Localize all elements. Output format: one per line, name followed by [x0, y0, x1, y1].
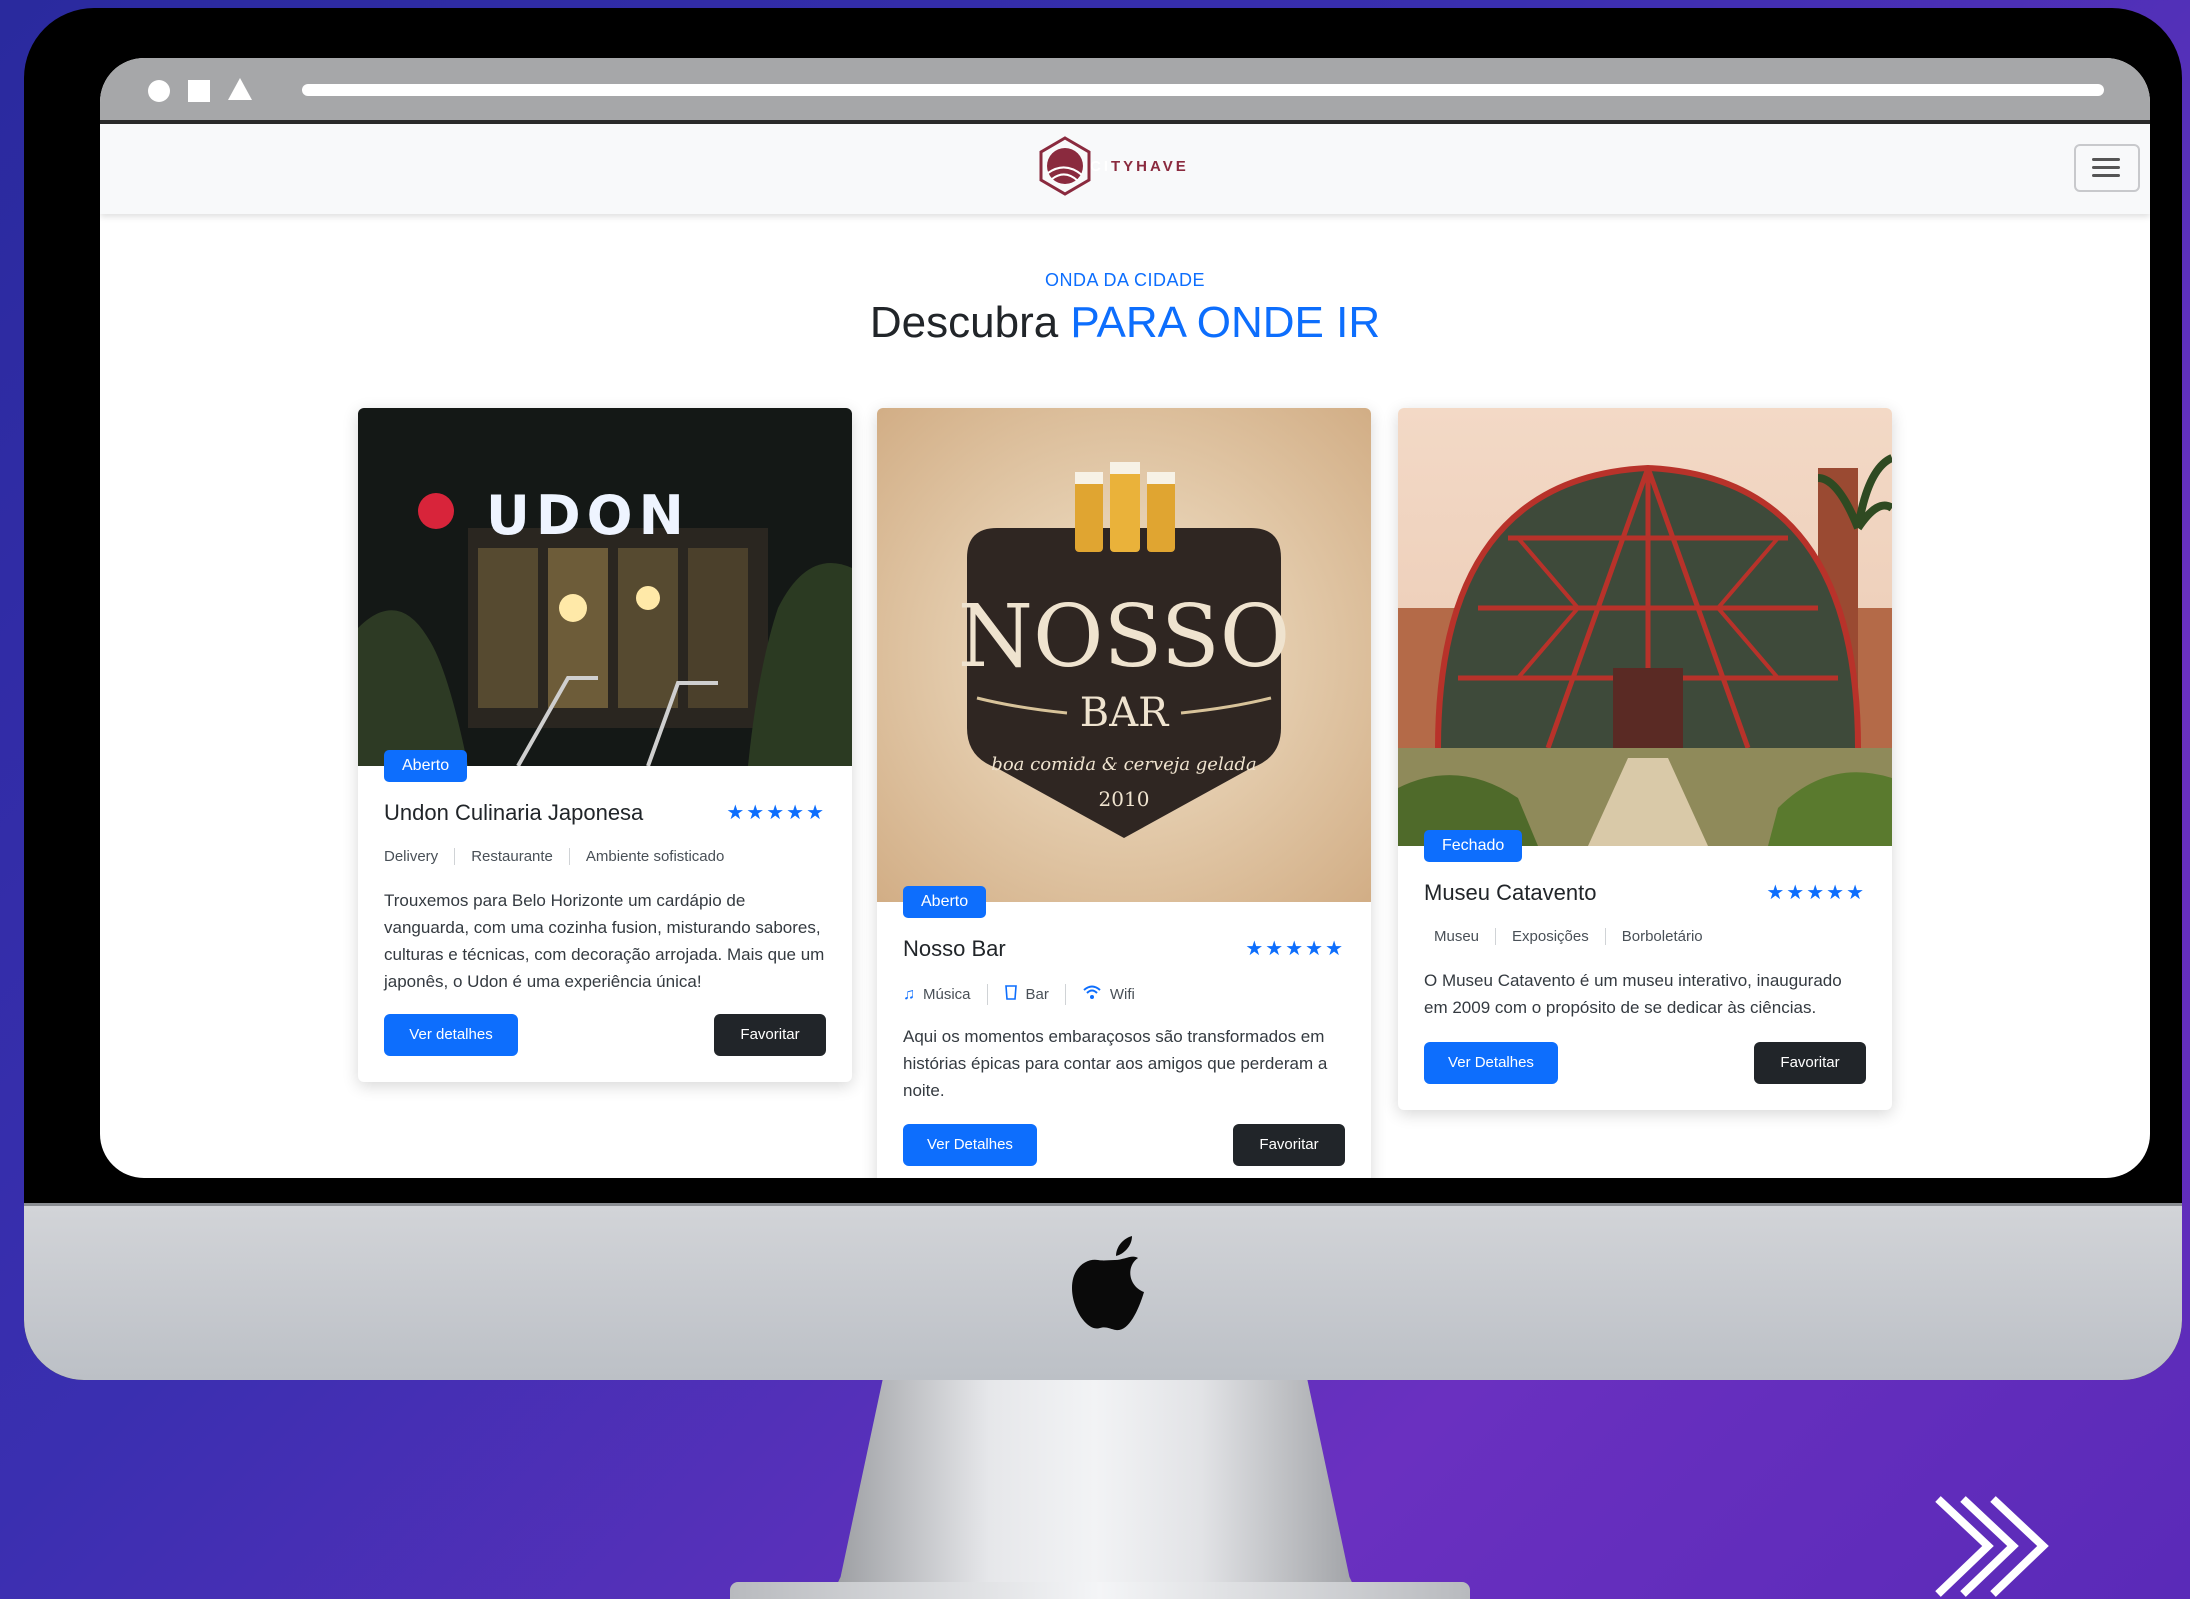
museu-catavento-photo	[1398, 408, 1892, 846]
monitor-stand	[830, 1378, 1360, 1599]
hamburger-line	[2092, 166, 2120, 169]
favorite-button[interactable]: Favoritar	[1233, 1124, 1345, 1166]
menu-toggle-button[interactable]	[2074, 144, 2140, 192]
headline-plain: Descubra	[869, 298, 1071, 347]
logo-emblem-icon	[1039, 136, 1091, 196]
udon-sign-text: UDON	[486, 484, 690, 547]
card-description: O Museu Catavento é um museu interativo,…	[1424, 971, 1842, 1017]
wifi-icon	[1082, 984, 1102, 1005]
cityhave-logo[interactable]: CITYHAVE	[1034, 134, 1189, 198]
rating-stars: ★★★★★	[1245, 938, 1345, 960]
window-circle-icon[interactable]	[148, 80, 170, 102]
address-bar[interactable]	[302, 84, 2104, 96]
place-card-museu-catavento: Fechado Museu Catavento ★★★★★ Museu Expo…	[1398, 408, 1892, 1110]
music-note-icon: ♫	[903, 985, 915, 1003]
favorite-button[interactable]: Favoritar	[714, 1014, 826, 1056]
tag-label: Wifi	[1109, 986, 1135, 1003]
tag-musica: ♫ Música	[903, 986, 987, 1004]
view-details-button[interactable]: Ver detalhes	[384, 1014, 518, 1056]
place-card-udon: UDON Aberto Undon Culinaria Japonesa ★★★…	[358, 408, 852, 1082]
view-details-button[interactable]: Ver Detalhes	[1424, 1042, 1558, 1084]
status-badge: Aberto	[384, 750, 468, 782]
nosso-bar-sign-year: 2010	[1099, 787, 1150, 811]
section-headline: Descubra PARA ONDE IR	[100, 298, 2150, 348]
monitor-frame: CITYHAVE ONDA DA CIDADE Descubra PARA ON…	[24, 8, 2182, 1380]
tag-museu: Museu	[1434, 928, 1480, 945]
tag-borboletario: Borboletário	[1604, 928, 1719, 945]
hamburger-line	[2092, 158, 2120, 161]
card-tags: Museu Exposições Borboletário	[1424, 928, 1719, 945]
rating-stars: ★★★★★	[1766, 882, 1866, 904]
tag-wifi: Wifi	[1064, 984, 1151, 1005]
site-navbar: CITYHAVE	[100, 124, 2150, 214]
tag-delivery: Delivery	[384, 848, 439, 865]
logo-text: CITYHAVE	[1090, 158, 1189, 175]
card-description: Aqui os momentos embaraçosos são transfo…	[903, 1027, 1328, 1100]
tag-exposicoes: Exposições	[1495, 928, 1605, 945]
nosso-bar-sign-main: NOSSO	[958, 587, 1291, 687]
tag-ambiente: Ambiente sofisticado	[568, 848, 740, 865]
udon-photo: UDON	[358, 408, 852, 766]
cup-icon	[1004, 984, 1018, 1005]
view-details-button[interactable]: Ver Detalhes	[903, 1124, 1037, 1166]
logo-text-part-2: TYHAVE	[1111, 157, 1189, 175]
double-chevron-icon	[1935, 1496, 2049, 1597]
hamburger-line	[2092, 174, 2120, 177]
apple-icon	[1072, 1236, 1144, 1331]
favorite-button[interactable]: Favoritar	[1754, 1042, 1866, 1084]
card-tags: Delivery Restaurante Ambiente sofisticad…	[384, 848, 740, 865]
window-square-icon[interactable]	[188, 80, 210, 102]
place-card-nosso-bar: NOSSO BAR boa comida & cerveja gelada 20…	[877, 408, 1371, 1178]
card-title: Undon Culinaria Japonesa	[384, 800, 644, 825]
browser-toolbar	[100, 58, 2150, 124]
section-eyebrow: ONDA DA CIDADE	[1044, 270, 1206, 290]
window-triangle-icon[interactable]	[228, 78, 252, 100]
nosso-bar-sign-tagline: boa comida & cerveja gelada	[991, 754, 1256, 775]
card-tags: ♫ Música Bar Wifi	[903, 984, 1151, 1005]
nosso-bar-sign-sub: BAR	[1080, 690, 1170, 736]
tag-label: Bar	[1025, 986, 1049, 1003]
rating-stars: ★★★★★	[726, 802, 826, 824]
card-title: Nosso Bar	[903, 936, 1006, 961]
status-badge: Aberto	[903, 886, 987, 918]
status-badge: Fechado	[1424, 830, 1523, 862]
tag-label: Música	[923, 986, 971, 1003]
tag-restaurante: Restaurante	[454, 848, 569, 865]
card-title: Museu Catavento	[1424, 880, 1597, 905]
card-description: Trouxemos para Belo Horizonte um cardápi…	[384, 891, 825, 991]
logo-text-part-1: CI	[1090, 157, 1111, 175]
headline-accent: PARA ONDE IR	[1070, 298, 1381, 347]
nosso-bar-photo: NOSSO BAR boa comida & cerveja gelada 20…	[877, 408, 1371, 902]
browser-window: CITYHAVE ONDA DA CIDADE Descubra PARA ON…	[100, 58, 2150, 1178]
monitor-stand-base	[730, 1582, 1470, 1599]
tag-bar: Bar	[986, 984, 1065, 1005]
